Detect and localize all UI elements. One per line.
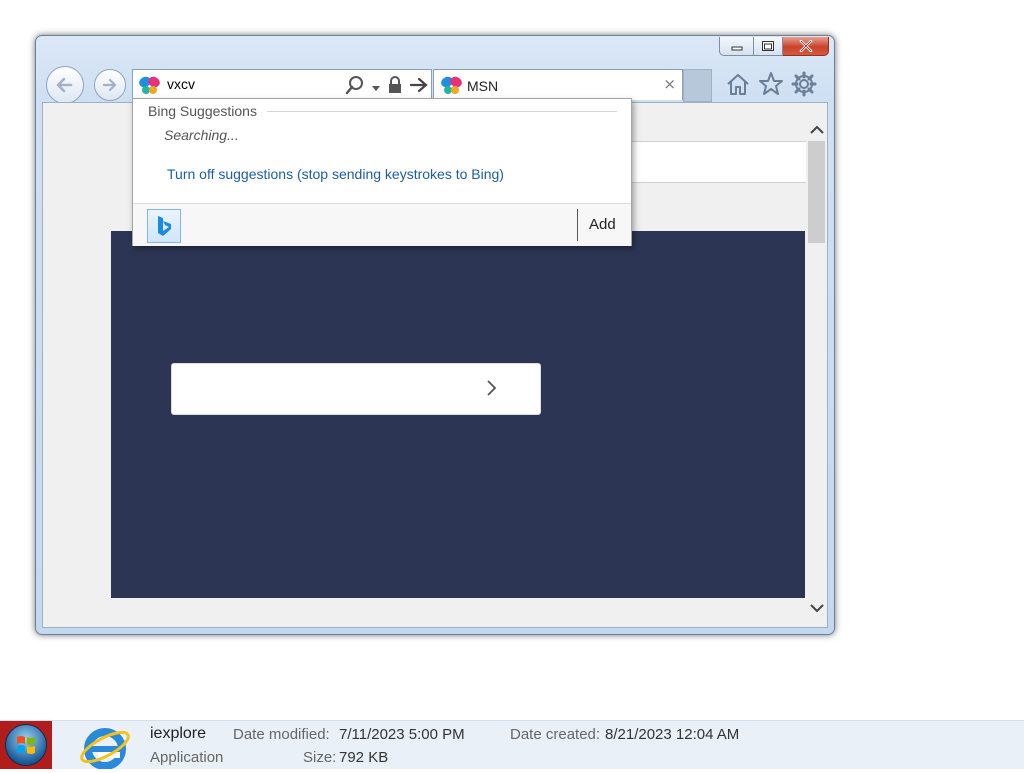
- scroll-thumb[interactable]: [808, 141, 825, 243]
- lock-icon[interactable]: [387, 76, 403, 98]
- favorites-button[interactable]: [758, 71, 784, 97]
- forward-arrow-icon: [102, 78, 117, 92]
- tab-title: MSN: [467, 78, 499, 94]
- date-created-label: Date created:: [510, 726, 601, 743]
- windows-orb-icon: [5, 724, 47, 766]
- tools-button[interactable]: [791, 71, 817, 97]
- add-button[interactable]: Add: [589, 216, 616, 233]
- maximize-icon: [762, 41, 774, 51]
- scroll-up-icon[interactable]: [809, 121, 825, 140]
- back-arrow-icon: [56, 77, 73, 93]
- bing-search-provider-button[interactable]: [147, 209, 181, 243]
- home-icon: [727, 74, 749, 95]
- gear-icon: [791, 71, 817, 97]
- close-button[interactable]: [783, 37, 829, 56]
- suggestions-header: Bing Suggestions: [148, 103, 257, 119]
- dropdown-arrow-icon[interactable]: [371, 78, 381, 97]
- start-button[interactable]: [0, 721, 52, 769]
- date-modified-label: Date modified:: [233, 726, 330, 743]
- tab-close-button[interactable]: ×: [663, 76, 676, 92]
- hero-input-box[interactable]: [171, 363, 541, 415]
- new-tab-button[interactable]: [683, 69, 712, 102]
- file-type: Application: [150, 749, 224, 766]
- chevron-right-icon[interactable]: [486, 378, 498, 402]
- window-caption-buttons: [719, 37, 829, 56]
- suggestions-footer: Add: [133, 203, 631, 246]
- date-modified-value: 7/11/2023 5:00 PM: [339, 726, 465, 743]
- scroll-down-icon[interactable]: [809, 599, 825, 618]
- add-divider: [577, 209, 578, 241]
- internet-explorer-icon: [78, 723, 132, 773]
- suggestions-status: Searching...: [164, 127, 239, 143]
- bing-logo-icon: [158, 216, 171, 236]
- turn-off-suggestions-link[interactable]: Turn off suggestions (stop sending keyst…: [167, 166, 504, 182]
- header-divider: [267, 111, 617, 112]
- msn-butterfly-icon: [439, 75, 465, 99]
- address-bar[interactable]: [132, 69, 432, 101]
- address-tools: [345, 75, 429, 99]
- maximize-button[interactable]: [754, 37, 783, 56]
- bing-suggestions-dropdown: Bing Suggestions Searching... Turn off s…: [132, 98, 632, 246]
- msn-butterfly-icon: [137, 75, 163, 99]
- close-icon: [799, 40, 812, 52]
- file-name: iexplore: [150, 725, 207, 742]
- minimize-icon: [731, 46, 742, 51]
- size-label: Size:: [303, 749, 337, 766]
- file-details-bar: iexplore Application Date modified: 7/11…: [0, 720, 1024, 770]
- go-arrow-icon[interactable]: [409, 76, 429, 98]
- home-button[interactable]: [725, 71, 751, 97]
- hero-section: [111, 231, 805, 598]
- vertical-scrollbar[interactable]: [806, 115, 827, 627]
- back-button[interactable]: [46, 66, 84, 104]
- search-icon[interactable]: [345, 75, 365, 99]
- address-input[interactable]: [167, 76, 317, 92]
- minimize-button[interactable]: [719, 37, 754, 56]
- date-created-value: 8/21/2023 12:04 AM: [605, 726, 740, 743]
- forward-button[interactable]: [94, 69, 126, 101]
- favorites-star-icon: [759, 72, 783, 95]
- tab-msn[interactable]: MSN ×: [433, 69, 683, 100]
- size-value: 792 KB: [339, 749, 389, 766]
